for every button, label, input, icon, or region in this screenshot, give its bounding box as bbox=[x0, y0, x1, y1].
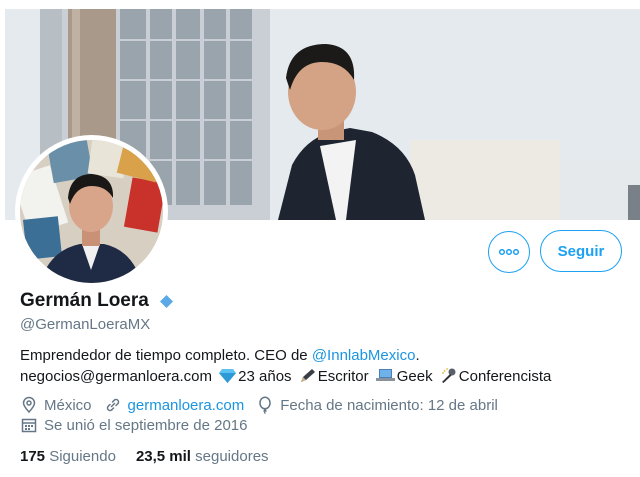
bio-role-speaker: Conferencista bbox=[458, 368, 552, 385]
gem-icon bbox=[219, 369, 237, 383]
avatar-image bbox=[20, 140, 163, 283]
laptop-icon bbox=[375, 369, 395, 381]
bio-age: 23 años bbox=[238, 368, 292, 385]
profile-bio: Emprendedor de tiempo completo. CEO de @… bbox=[20, 345, 620, 387]
following-count: 175 bbox=[20, 448, 46, 465]
microphone-icon bbox=[441, 368, 456, 383]
profile-website-link[interactable]: germanloera.com bbox=[128, 397, 245, 414]
profile-stats: 175 Siguiendo 23,5 mil seguidores bbox=[20, 448, 289, 465]
followers-link[interactable]: 23,5 mil seguidores bbox=[136, 448, 269, 465]
profile-meta-row-1: México germanloera.com Fecha de nacimien… bbox=[20, 396, 498, 414]
avatar[interactable] bbox=[20, 140, 163, 283]
verified-icon bbox=[159, 294, 173, 308]
followers-count: 23,5 mil bbox=[135, 448, 191, 465]
banner-frame-top bbox=[0, 0, 640, 9]
more-options-button[interactable] bbox=[488, 231, 530, 273]
bio-email: negocios@germanloera.com bbox=[20, 368, 212, 385]
bio-line-1: Emprendedor de tiempo completo. CEO de @… bbox=[20, 345, 620, 366]
bio-role-geek: Geek bbox=[396, 368, 433, 385]
profile-location: México bbox=[44, 396, 92, 414]
more-icon bbox=[499, 249, 519, 255]
pen-icon bbox=[300, 369, 315, 382]
bio-role-writer: Escritor bbox=[317, 368, 369, 385]
followers-label: seguidores bbox=[195, 448, 269, 465]
balloon-icon bbox=[259, 396, 271, 414]
mention-link[interactable]: @InnlabMexico bbox=[312, 347, 416, 364]
banner-frame-left bbox=[0, 0, 5, 220]
calendar-icon bbox=[21, 418, 37, 433]
bio-period: . bbox=[415, 347, 420, 364]
link-icon bbox=[106, 398, 119, 412]
avatar-border[interactable] bbox=[15, 135, 168, 288]
profile-joined-date: Se unió el septiembre de 2016 bbox=[44, 416, 248, 434]
profile-meta-row-2: Se unió el septiembre de 2016 bbox=[20, 416, 247, 434]
following-link[interactable]: 175 Siguiendo bbox=[20, 448, 116, 465]
profile-birthday: Fecha de nacimiento: 12 de abril bbox=[280, 396, 498, 414]
profile-handle: @GermanLoeraMX bbox=[20, 316, 151, 333]
location-icon bbox=[22, 396, 36, 414]
bio-line-2: negocios@germanloera.com 23 años Escrito… bbox=[20, 366, 620, 387]
follow-button[interactable]: Seguir bbox=[540, 230, 622, 272]
bio-text: Emprendedor de tiempo completo. CEO de bbox=[20, 347, 312, 364]
profile-name-row: Germán Loera bbox=[20, 290, 173, 312]
following-label: Siguiendo bbox=[49, 448, 116, 465]
profile-name: Germán Loera bbox=[20, 290, 149, 311]
